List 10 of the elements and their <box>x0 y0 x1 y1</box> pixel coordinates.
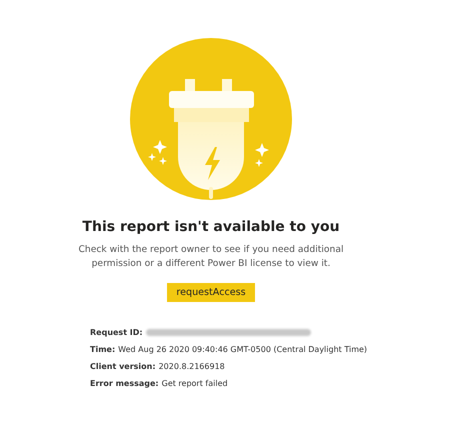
detail-label: Request ID: <box>90 328 143 337</box>
error-description: Check with the report owner to see if you need additional permission or a different Power BI license to view it. <box>77 243 345 271</box>
detail-label: Client version: <box>90 362 156 371</box>
detail-label: Error message: <box>90 379 159 388</box>
request-access-button[interactable]: requestAccess <box>167 283 255 302</box>
detail-value: Wed Aug 26 2020 09:40:46 GMT-0500 (Central Daylight Time) <box>118 345 368 354</box>
detail-value: 2020.8.2166918 <box>158 362 225 371</box>
detail-value: Get report failed <box>162 379 228 388</box>
detail-label: Time: <box>90 345 116 354</box>
error-title: This report isn't available to you <box>82 218 340 236</box>
